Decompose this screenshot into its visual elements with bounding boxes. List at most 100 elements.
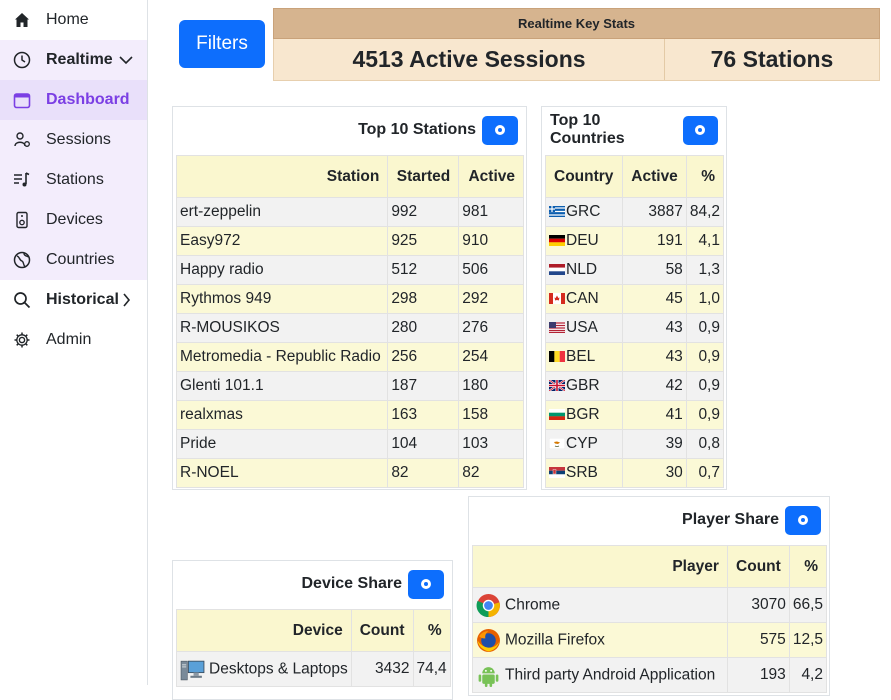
column-header[interactable]: Device	[176, 609, 352, 652]
top-stations-card: Top 10 Stations Station Started Active e…	[172, 106, 527, 490]
netherlands-flag-icon	[549, 264, 565, 275]
table-row: Easy972 925 910	[175, 226, 524, 256]
sidebar-item-sessions[interactable]: Sessions	[0, 120, 147, 160]
column-header[interactable]: %	[412, 609, 451, 652]
percent-value: 0,9	[685, 342, 725, 372]
table-row: Happy radio 512 506	[175, 255, 524, 285]
station-name: Rythmos 949	[175, 284, 389, 314]
sidebar-item-devices[interactable]: Devices	[0, 200, 147, 240]
active-count: 506	[458, 255, 524, 285]
active-count: 158	[458, 400, 524, 430]
column-header[interactable]: Count	[726, 545, 790, 588]
info-button[interactable]	[408, 569, 444, 599]
active-count: 41	[621, 400, 687, 430]
home-icon	[12, 10, 32, 30]
percent-value: 84,2	[685, 197, 725, 227]
info-icon	[695, 125, 706, 135]
table-row: CYP 39 0,8	[545, 429, 725, 459]
greece-flag-icon	[549, 206, 565, 217]
active-count: 292	[458, 284, 524, 314]
key-stats-title: Realtime Key Stats	[273, 8, 880, 39]
firefox-icon	[477, 628, 500, 652]
sidebar-item-home[interactable]: Home	[0, 0, 147, 40]
sidebar-item-label: Sessions	[46, 131, 111, 148]
info-icon	[421, 579, 431, 589]
column-header[interactable]: Country	[545, 155, 623, 198]
player-name: Third party Android Application	[505, 666, 716, 684]
info-button[interactable]	[785, 505, 821, 535]
percent-value: 0,9	[685, 313, 725, 343]
percent-value: 1,3	[685, 255, 725, 285]
chrome-icon	[476, 593, 500, 617]
country-code: USA	[566, 319, 598, 336]
info-button[interactable]	[482, 115, 518, 145]
percent-value: 74,4	[412, 651, 451, 687]
sidebar-item-label: Home	[46, 11, 89, 28]
table-row: BGR 41 0,9	[545, 400, 725, 430]
card-title: Top 10 Stations	[358, 121, 476, 138]
station-name: ert-zeppelin	[175, 197, 389, 227]
top-countries-table: Country Active % GRC 3887 84,2 DEU 191 4…	[545, 155, 725, 488]
column-header[interactable]: Started	[387, 155, 460, 198]
player-count: 3070	[726, 587, 790, 623]
sidebar-item-label: Realtime	[46, 51, 113, 68]
sidebar-item-countries[interactable]: Countries	[0, 240, 147, 280]
calendar-icon	[12, 90, 32, 110]
country-code: NLD	[566, 261, 598, 278]
table-row: USA 43 0,9	[545, 313, 725, 343]
percent-value: 0,9	[685, 400, 725, 430]
top-countries-card: Top 10 Countries Country Active % GRC 38…	[541, 106, 727, 490]
active-count: 276	[458, 313, 524, 343]
player-share-table: Player Count % Chrome 3070 66,5 Mozilla …	[472, 545, 828, 693]
sidebar-item-label: Historical	[46, 291, 119, 308]
table-row: GBR 42 0,9	[545, 371, 725, 401]
active-count: 3887	[621, 197, 687, 227]
active-count: 45	[621, 284, 687, 314]
percent-value: 0,7	[685, 458, 725, 488]
sidebar: Home Realtime Dashboard Sessions Station…	[0, 0, 148, 685]
filters-button[interactable]: Filters	[179, 20, 265, 68]
percent-value: 4,1	[685, 226, 725, 256]
country-code: BEL	[566, 348, 596, 365]
started-count: 298	[387, 284, 460, 314]
station-name: Metromedia - Republic Radio	[175, 342, 389, 372]
column-header[interactable]: Active	[458, 155, 524, 198]
sidebar-item-stations[interactable]: Stations	[0, 160, 147, 200]
chevron-down-icon	[119, 55, 133, 65]
belgium-flag-icon	[549, 351, 565, 362]
sidebar-item-realtime[interactable]: Realtime	[0, 40, 147, 80]
column-header[interactable]: %	[685, 155, 725, 198]
info-button[interactable]	[682, 115, 718, 145]
table-row: SRB 30 0,7	[545, 458, 725, 488]
active-count: 254	[458, 342, 524, 372]
active-count: 39	[621, 429, 687, 459]
sidebar-item-label: Countries	[46, 251, 115, 268]
realtime-key-stats: Realtime Key Stats 4513 Active Sessions …	[273, 8, 880, 81]
started-count: 512	[387, 255, 460, 285]
column-header[interactable]: Active	[621, 155, 687, 198]
percent-value: 4,2	[788, 657, 828, 693]
users-icon	[12, 130, 32, 150]
player-count: 575	[726, 622, 790, 658]
started-count: 104	[387, 429, 460, 459]
column-header[interactable]: %	[788, 545, 828, 588]
sidebar-item-dashboard[interactable]: Dashboard	[0, 80, 147, 120]
station-name: Happy radio	[175, 255, 389, 285]
column-header[interactable]: Count	[350, 609, 414, 652]
sidebar-item-historical[interactable]: Historical	[0, 280, 147, 320]
stations-stat: 76 Stations	[710, 46, 834, 72]
percent-value: 66,5	[788, 587, 828, 623]
search-icon	[12, 290, 32, 310]
globe-icon	[12, 250, 32, 270]
table-row: Desktops & Laptops 3432 74,4	[176, 651, 451, 687]
column-header[interactable]: Player	[472, 545, 728, 588]
station-name: realxmas	[175, 400, 389, 430]
active-count: 43	[621, 313, 687, 343]
column-header[interactable]: Station	[175, 155, 389, 198]
table-row: Third party Android Application 193 4,2	[472, 657, 828, 693]
sidebar-item-label: Admin	[46, 331, 92, 348]
music-list-icon	[12, 170, 32, 190]
table-row: NLD 58 1,3	[545, 255, 725, 285]
usa-flag-icon	[549, 322, 565, 333]
sidebar-item-admin[interactable]: Admin	[0, 320, 147, 360]
